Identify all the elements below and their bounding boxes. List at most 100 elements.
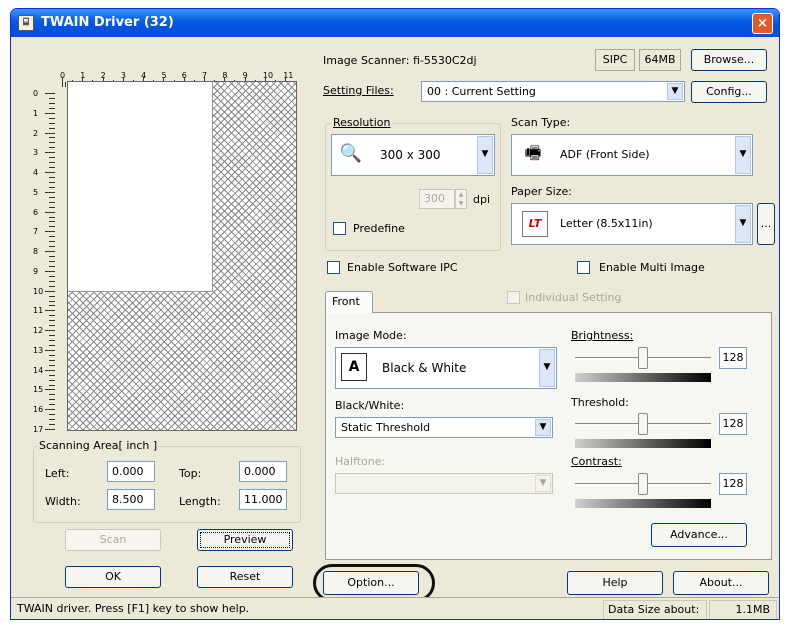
chevron-down-icon: ▼ [735, 205, 751, 243]
predefine-checkbox[interactable] [333, 222, 346, 235]
brightness-value[interactable]: 128 [719, 347, 747, 369]
image-scanner-label: Image Scanner: fi-5530C2dj [323, 54, 477, 67]
enable-multi-image-checkbox[interactable] [577, 261, 590, 274]
ruler-tick-label: 2 [33, 128, 39, 138]
threshold-value-wrap: 128 [719, 409, 749, 443]
paper-size-select[interactable]: LT Letter (8.5x11in) ▼ [511, 203, 753, 245]
data-size-value: 1.1MB [709, 600, 777, 619]
halftone-label: Halftone: [335, 455, 386, 468]
setting-files-select[interactable]: 00 : Current Setting ▼ [421, 81, 685, 102]
ruler-tick-mark [49, 265, 55, 267]
close-button[interactable]: × [752, 13, 773, 34]
ruler-tick-mark [49, 359, 55, 361]
setting-files-label: Setting Files: [323, 84, 394, 97]
ruler-tick-mark [49, 162, 55, 164]
ruler-tick-mark [49, 167, 55, 169]
ruler-tick-mark [49, 241, 55, 243]
paper-size-more-button[interactable]: ... [757, 203, 775, 245]
ruler-tick-mark [49, 315, 55, 317]
ruler-tick-mark [62, 77, 63, 87]
scan-type-label: Scan Type: [511, 116, 571, 129]
brightness-slider[interactable] [575, 343, 711, 382]
black-white-value: Static Threshold [341, 421, 431, 434]
ruler-tick-mark [49, 275, 55, 277]
ruler-tick-label: 5 [33, 187, 39, 197]
black-white-select[interactable]: Static Threshold ▼ [335, 417, 553, 438]
scan-preview-area[interactable] [67, 81, 297, 431]
reset-button[interactable]: Reset [197, 566, 293, 588]
about-button[interactable]: About... [673, 571, 769, 595]
ruler-tick-mark [45, 132, 55, 134]
scanning-area-group [33, 446, 301, 523]
ruler-tick-mark [45, 152, 55, 154]
threshold-slider[interactable] [575, 409, 711, 448]
ruler-tick-mark [49, 300, 55, 302]
left-field[interactable]: 0.000 [107, 461, 155, 482]
ruler-tick-mark [49, 305, 55, 307]
ruler-tick-label: 15 [33, 385, 44, 395]
ruler-tick-mark [49, 320, 55, 322]
ok-button[interactable]: OK [65, 566, 161, 588]
ruler-tick-mark [45, 251, 55, 253]
individual-setting-checkbox[interactable] [507, 291, 520, 304]
preview-button[interactable]: Preview [197, 529, 293, 551]
vertical-ruler: 0 1 2 3 4 5 6 7 8 9 10 11 12 13 14 15 16 17 [33, 89, 57, 434]
dpi-spin-field[interactable]: 300 [419, 189, 455, 209]
ruler-tick-mark [49, 226, 55, 228]
ruler-tick-mark [49, 102, 55, 104]
ruler-tick-mark [49, 335, 55, 337]
help-button[interactable]: Help [567, 571, 663, 595]
ruler-tick-label: 11 [33, 306, 44, 316]
length-field[interactable]: 11.000 [239, 489, 287, 510]
twain-driver-window: ⌸ TWAIN Driver (32) × 0 1 2 3 4 5 6 7 8 9 10 11 012… [10, 8, 780, 620]
scan-type-select[interactable]: 🖷 ADF (Front Side) ▼ [511, 134, 753, 176]
ruler-tick-mark [45, 429, 55, 430]
ruler-tick-mark [49, 261, 55, 262]
advance-button[interactable]: Advance... [651, 523, 747, 547]
ruler-tick-mark [49, 374, 55, 376]
resolution-icon: 🔍 [339, 143, 363, 164]
ruler-tick-mark [49, 325, 55, 327]
image-mode-select[interactable]: A Black & White ▼ [335, 347, 557, 389]
contrast-gradient [575, 499, 711, 508]
ruler-tick-mark [49, 256, 55, 258]
image-mode-value: Black & White [382, 361, 467, 375]
scan-button[interactable]: Scan [65, 529, 161, 551]
ruler-tick-mark [45, 231, 55, 233]
threshold-value[interactable]: 128 [719, 413, 747, 435]
brightness-thumb[interactable] [638, 347, 648, 369]
resolution-select[interactable]: 🔍 300 x 300 ▼ [331, 134, 495, 176]
dpi-spinner-arrows[interactable]: ▲ ▼ [455, 189, 467, 209]
individual-setting-label: Individual Setting [525, 291, 622, 304]
contrast-value[interactable]: 128 [719, 473, 747, 495]
browse-button[interactable]: Browse... [691, 49, 767, 71]
ruler-tick-mark [49, 246, 55, 248]
ruler-tick-mark [49, 201, 55, 203]
contrast-label: Contrast: [571, 455, 622, 468]
ruler-tick-mark [49, 236, 55, 238]
width-label: Width: [45, 495, 81, 508]
ruler-tick-mark [45, 191, 55, 193]
contrast-value-wrap: 128 [719, 469, 749, 503]
top-field[interactable]: 0.000 [239, 461, 287, 482]
scanning-area-title: Scanning Area[ inch ] [37, 439, 160, 452]
ruler-tick-mark [45, 270, 55, 272]
halftone-select[interactable]: ▼ [335, 473, 553, 494]
threshold-thumb[interactable] [638, 413, 648, 435]
ruler-tick-label: 17 [33, 425, 44, 434]
config-button[interactable]: Config... [691, 81, 767, 103]
setting-files-value: 00 : Current Setting [427, 85, 536, 98]
black-white-label: Black/White: [335, 399, 405, 412]
width-field[interactable]: 8.500 [107, 489, 155, 510]
ruler-tick-label: 3 [33, 148, 39, 158]
ruler-tick-label: 14 [33, 365, 44, 375]
brightness-label: Brightness: [571, 329, 634, 342]
ruler-tick-mark [49, 186, 55, 188]
ruler-tick-mark [45, 290, 55, 292]
enable-software-ipc-checkbox[interactable] [327, 261, 340, 274]
chevron-down-icon: ▼ [735, 136, 751, 174]
contrast-thumb[interactable] [638, 473, 648, 495]
tab-front[interactable]: Front [325, 291, 373, 313]
contrast-slider[interactable] [575, 469, 711, 508]
ruler-tick-mark [45, 112, 55, 114]
